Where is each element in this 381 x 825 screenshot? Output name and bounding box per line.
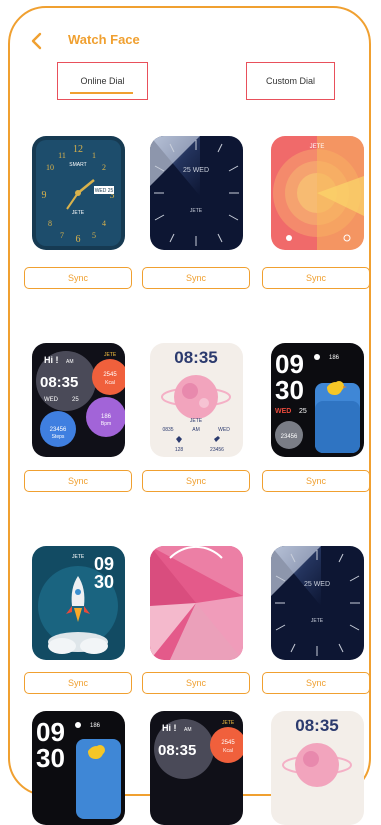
watch-face-navy-gradient-2[interactable]: 25 WED JETE	[271, 546, 364, 660]
sync-label: Sync	[305, 476, 326, 486]
face-minute: 30	[36, 743, 65, 773]
svg-text:11: 11	[58, 151, 66, 160]
face-logo: JETE	[104, 352, 117, 358]
sync-button[interactable]: Sync	[24, 672, 132, 694]
watch-face-navy-gradient[interactable]: 25 WED JETE	[150, 136, 243, 250]
face-steps: 23456	[50, 427, 67, 433]
face-steps: 23456	[281, 434, 298, 440]
face-logo: JETE	[190, 418, 203, 424]
active-tab-indicator	[70, 92, 133, 94]
tab-label: Custom Dial	[265, 76, 315, 86]
sync-button[interactable]: Sync	[24, 470, 132, 492]
face-bpm-unit: Bpm	[101, 421, 111, 427]
page-title: Watch Face	[68, 32, 140, 47]
watch-face-pink-planet-2[interactable]: 08:35	[271, 711, 364, 825]
face-date: 25 WED	[304, 581, 330, 588]
face-hr: 186	[90, 723, 101, 729]
svg-text:9: 9	[42, 190, 47, 201]
watch-face-bubbles-digital-2[interactable]: Hi ! AM 08:35 JETE 2545 Kcal	[150, 711, 243, 825]
face-brand: SMART	[69, 162, 86, 168]
face-logo: JETE	[72, 554, 85, 560]
watch-face-pink-planet[interactable]: 08:35 JETE 0835 AM WED 128 23456	[150, 343, 243, 457]
face-b3: WED	[218, 427, 230, 433]
svg-text:12: 12	[73, 144, 83, 155]
face-time: 08:35	[295, 716, 338, 735]
sync-label: Sync	[67, 476, 88, 486]
face-ampm: AM	[184, 727, 192, 733]
sync-label: Sync	[305, 273, 326, 283]
face-greeting: Hi !	[44, 355, 59, 365]
face-time: 08:35	[158, 742, 196, 759]
face-bpm: 186	[101, 414, 112, 420]
face-hr: 186	[329, 355, 340, 361]
sync-button[interactable]: Sync	[262, 672, 370, 694]
svg-text:4: 4	[102, 219, 106, 228]
sync-button[interactable]: Sync	[142, 267, 250, 289]
tab-label: Online Dial	[80, 76, 125, 86]
watch-face-pink-geometric[interactable]	[150, 546, 243, 660]
face-kcal-unit: Kcal	[223, 748, 233, 754]
face-date: 25 WED	[183, 167, 209, 174]
face-logo: JETE	[72, 210, 85, 216]
svg-text:7: 7	[60, 231, 64, 240]
face-day: 25	[72, 397, 79, 403]
face-date: WED 25	[95, 188, 114, 194]
watch-face-duck-water[interactable]: 09 30 186 WED 25 23456	[271, 343, 364, 457]
tab-custom-dial[interactable]: Custom Dial	[246, 62, 335, 100]
watch-face-coral-radial[interactable]: JETE	[271, 136, 364, 250]
sync-label: Sync	[185, 476, 206, 486]
watch-face-rocket-teal[interactable]: JETE 09 30	[32, 546, 125, 660]
face-logo: JETE	[311, 618, 324, 624]
svg-text:6: 6	[76, 234, 81, 245]
face-day: 25	[299, 408, 307, 415]
sync-label: Sync	[67, 273, 88, 283]
sync-button[interactable]: Sync	[262, 470, 370, 492]
sync-button[interactable]: Sync	[24, 267, 132, 289]
tab-online-dial[interactable]: Online Dial	[57, 62, 148, 100]
face-b4: 128	[175, 447, 184, 453]
face-logo: JETE	[190, 208, 203, 214]
face-kcal-unit: Kcal	[105, 380, 115, 386]
svg-text:10: 10	[46, 163, 54, 172]
sync-button[interactable]: Sync	[142, 672, 250, 694]
face-hour: 09	[94, 554, 114, 574]
face-minute: 30	[94, 572, 114, 592]
svg-text:2: 2	[102, 163, 106, 172]
face-steps-unit: Steps	[52, 434, 65, 440]
svg-text:8: 8	[48, 219, 52, 228]
face-minute: 30	[275, 375, 304, 405]
face-date: WED	[44, 397, 59, 403]
face-kcal: 2545	[103, 372, 117, 378]
watch-face-analog-navy-gold[interactable]: 12 3 6 9 10 2 84 11 1 75 SMART WED 25 JETE	[32, 136, 125, 250]
face-b5: 23456	[210, 447, 224, 453]
watch-face-bubbles-digital[interactable]: Hi ! AM 08:35 JETE 2545 Kcal WED 25 2345…	[32, 343, 125, 457]
face-b1: 0835	[162, 427, 173, 433]
face-logo: JETE	[222, 720, 235, 726]
svg-text:1: 1	[92, 151, 96, 160]
watch-face-duck-water-2[interactable]: 09 30 186	[32, 711, 125, 825]
sync-label: Sync	[185, 273, 206, 283]
back-chevron-icon[interactable]	[27, 31, 47, 51]
face-time: 08:35	[40, 374, 78, 391]
sync-label: Sync	[67, 678, 88, 688]
face-greeting: Hi !	[162, 723, 177, 733]
sync-label: Sync	[185, 678, 206, 688]
sync-button[interactable]: Sync	[262, 267, 370, 289]
face-ampm: AM	[66, 359, 74, 365]
sync-label: Sync	[305, 678, 326, 688]
face-kcal: 2545	[221, 740, 235, 746]
face-time: 08:35	[174, 348, 217, 367]
svg-text:5: 5	[92, 231, 96, 240]
face-logo: JETE	[310, 144, 325, 150]
sync-button[interactable]: Sync	[142, 470, 250, 492]
face-b2: AM	[192, 427, 200, 433]
face-date: WED	[275, 408, 291, 415]
